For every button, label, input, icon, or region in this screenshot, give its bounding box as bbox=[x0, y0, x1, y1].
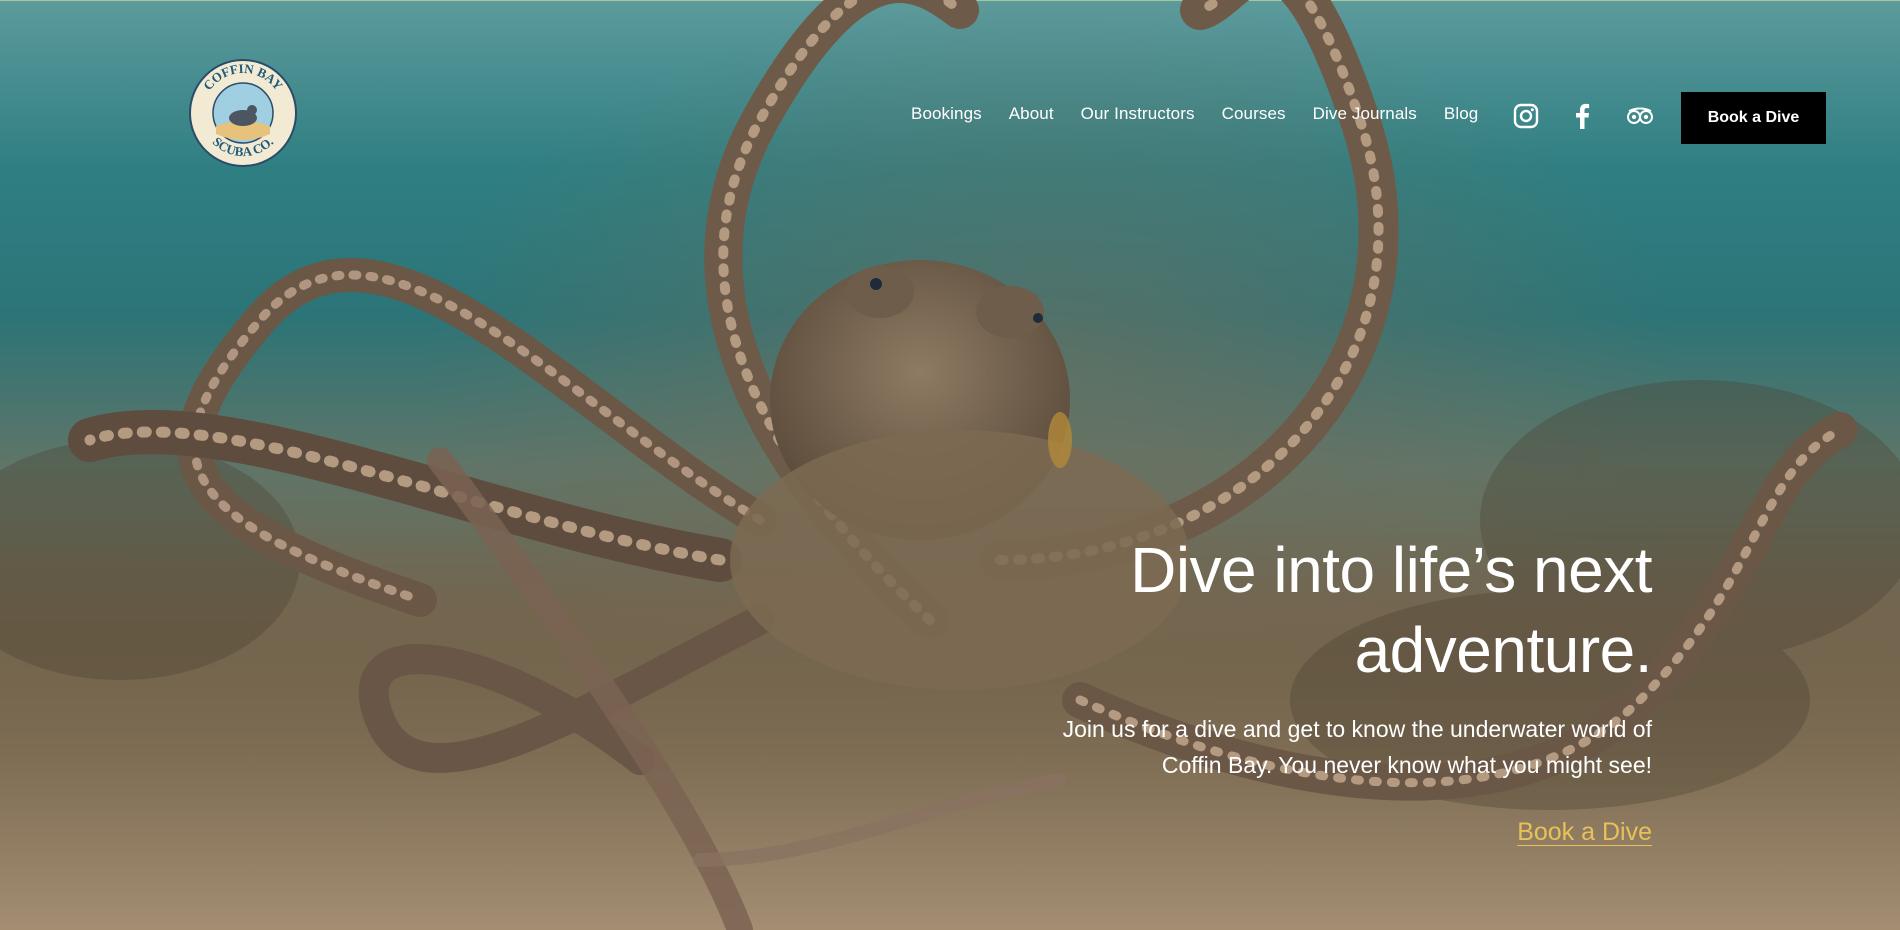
nav-link-dive-journals[interactable]: Dive Journals bbox=[1313, 104, 1417, 124]
hero-headline-line-1: Dive into life’s next bbox=[1130, 534, 1652, 606]
hero-subtext-line-2: Coffin Bay. You never know what you migh… bbox=[1161, 752, 1652, 778]
nav-link-bookings[interactable]: Bookings bbox=[911, 104, 982, 124]
hero-subtext: Join us for a dive and get to know the u… bbox=[952, 711, 1652, 783]
nav-link-our-instructors[interactable]: Our Instructors bbox=[1081, 104, 1195, 124]
logo-emblem: COFFIN BAY SCUBA CO. bbox=[189, 59, 297, 167]
hero-book-a-dive-link[interactable]: Book a Dive bbox=[1517, 818, 1652, 847]
brand-logo[interactable]: COFFIN BAY SCUBA CO. bbox=[188, 58, 298, 168]
nav-link-courses[interactable]: Courses bbox=[1222, 104, 1286, 124]
hero-subtext-line-1: Join us for a dive and get to know the u… bbox=[1062, 716, 1652, 742]
hero-headline-line-2: adventure. bbox=[1354, 614, 1653, 686]
hero-headline: Dive into life’s next adventure. bbox=[952, 530, 1652, 690]
main-nav: Bookings About Our Instructors Courses D… bbox=[911, 104, 1478, 124]
tripadvisor-icon[interactable] bbox=[1626, 102, 1654, 130]
nav-link-blog[interactable]: Blog bbox=[1444, 104, 1478, 124]
facebook-icon[interactable] bbox=[1568, 102, 1596, 130]
book-a-dive-button[interactable]: Book a Dive bbox=[1681, 92, 1826, 144]
instagram-icon[interactable] bbox=[1512, 102, 1540, 130]
hero-section: COFFIN BAY SCUBA CO. Bookings About Our … bbox=[0, 0, 1900, 930]
nav-link-about[interactable]: About bbox=[1009, 104, 1054, 124]
